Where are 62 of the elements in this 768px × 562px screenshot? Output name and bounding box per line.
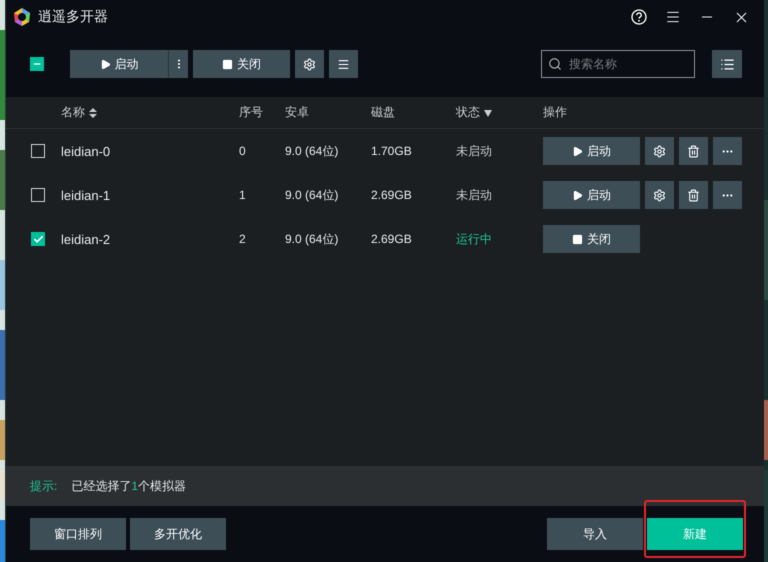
select-all-checkbox[interactable]: [30, 57, 44, 71]
stop-button[interactable]: 关闭: [543, 225, 640, 253]
search-icon: [548, 57, 562, 71]
filter-icon[interactable]: [484, 108, 492, 116]
table-cell-text: 2.69GB: [371, 232, 413, 246]
column-header: 序号: [239, 104, 263, 121]
hint-label: 提示:: [30, 478, 58, 494]
row-checkbox[interactable]: [31, 188, 45, 202]
trash-icon: [687, 188, 700, 202]
trash-icon: [687, 144, 700, 158]
stop-icon: [222, 58, 233, 70]
table-cell-text: 2.69GB: [371, 188, 413, 202]
stop-all-button[interactable]: 关闭: [193, 50, 290, 78]
footer-button[interactable]: 多开优化: [130, 518, 226, 550]
column-header: 状态: [456, 104, 480, 121]
status-label: 运行中: [456, 230, 493, 248]
settings-button[interactable]: [645, 181, 674, 209]
import-button[interactable]: 导入: [547, 518, 643, 550]
search-field[interactable]: 搜索名称: [541, 50, 695, 78]
table-cell-text: 9.0 (64位): [285, 142, 340, 160]
table-cell-text: 1.70GB: [371, 144, 413, 158]
gear-icon: [653, 188, 666, 202]
status-label: 未启动: [456, 186, 493, 204]
play-icon: [100, 58, 110, 70]
start-button[interactable]: 启动: [543, 181, 640, 209]
start-all-button[interactable]: 启动: [70, 50, 168, 78]
window-title: 逍遥多开器: [38, 8, 109, 26]
table-cell-text: 2: [239, 232, 247, 246]
column-header: 磁盘: [371, 104, 395, 121]
table-cell-text: leidian-0: [61, 144, 112, 158]
column-header: 名称: [61, 104, 85, 121]
stop-icon: [572, 234, 583, 244]
hint-message: 已经选择了1个模拟器: [71, 478, 186, 494]
delete-button[interactable]: [679, 137, 708, 165]
settings-button[interactable]: [645, 137, 674, 165]
menu-icon: [337, 58, 350, 70]
footer-button[interactable]: 窗口排列: [30, 518, 126, 550]
row-checkbox[interactable]: [31, 232, 45, 246]
play-icon: [572, 146, 583, 156]
table-cell-text: leidian-1: [61, 188, 112, 202]
table-cell-text: 9.0 (64位): [285, 230, 340, 248]
app-logo-icon: [12, 7, 32, 27]
start-button[interactable]: 启动: [543, 137, 640, 165]
gear-icon: [303, 58, 316, 70]
play-icon: [572, 190, 583, 200]
table-cell-text: 9.0 (64位): [285, 186, 340, 204]
table-cell-text: 1: [239, 188, 247, 202]
check-icon: [32, 234, 44, 244]
status-label: 未启动: [456, 142, 493, 160]
table-cell-text: leidian-2: [61, 232, 112, 246]
sort-icon[interactable]: [89, 108, 97, 118]
row-checkbox[interactable]: [31, 144, 45, 158]
gear-icon: [653, 144, 666, 158]
more-options-button[interactable]: [168, 50, 188, 78]
column-header: 操作: [543, 104, 567, 121]
delete-button[interactable]: [679, 181, 708, 209]
list-view-button[interactable]: [712, 50, 742, 78]
column-header: 安卓: [285, 104, 309, 121]
menu-button[interactable]: [329, 50, 358, 78]
settings-button[interactable]: [295, 50, 324, 78]
table-cell-text: 0: [239, 144, 247, 158]
list-icon: [720, 56, 734, 72]
